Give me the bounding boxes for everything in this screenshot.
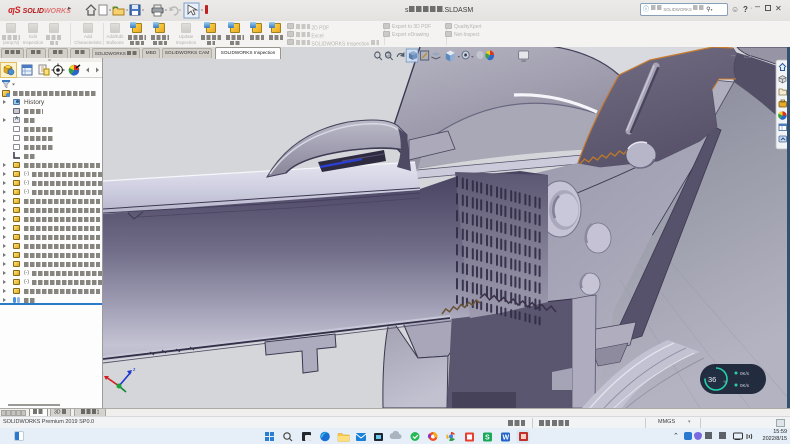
- svg-text:0K/s: 0K/s: [740, 383, 750, 388]
- svg-text:0K/s: 0K/s: [740, 371, 750, 376]
- svg-text:✕: ✕: [757, 51, 764, 60]
- svg-text:❐: ❐: [744, 51, 751, 60]
- svg-text:36: 36: [708, 375, 716, 384]
- svg-text:–: –: [731, 51, 736, 60]
- svg-text:W: W: [503, 435, 510, 442]
- svg-text:S: S: [485, 435, 490, 442]
- svg-text:%: %: [723, 379, 727, 384]
